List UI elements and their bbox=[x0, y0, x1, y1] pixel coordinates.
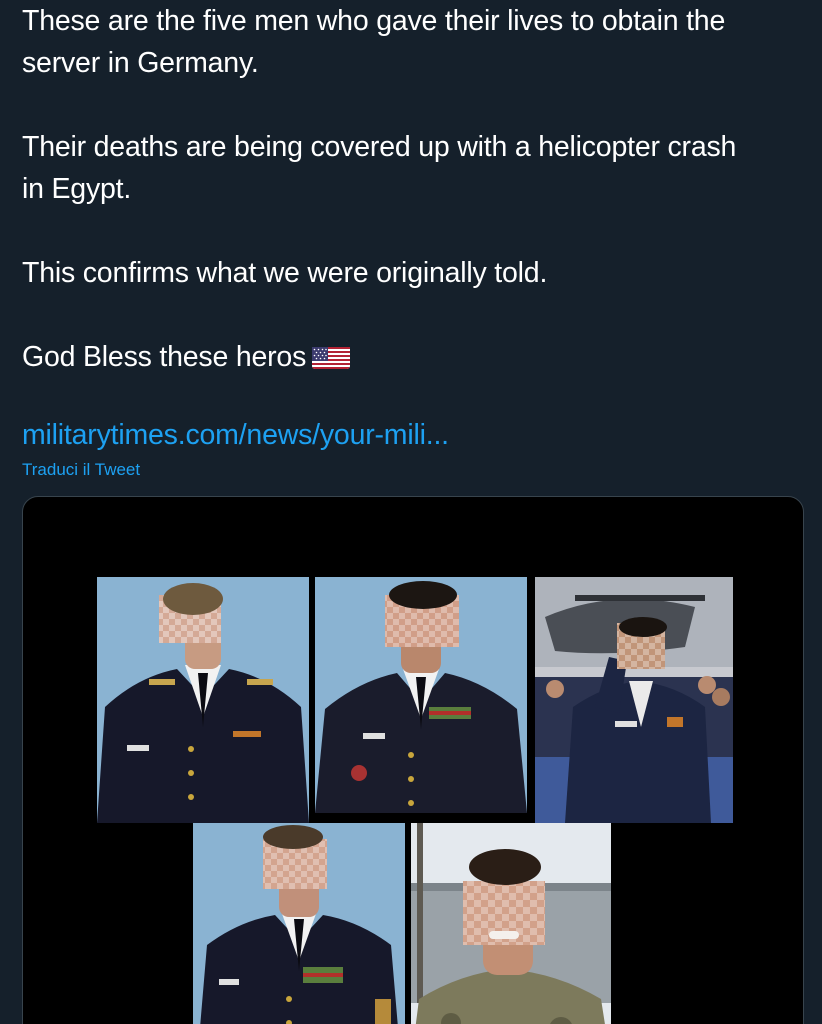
tweet-paragraph-2: Their deaths are being covered up with a… bbox=[22, 131, 737, 205]
tweet-paragraph-1: These are the five men who gave their li… bbox=[22, 5, 726, 79]
tweet-text: These are the five men who gave their li… bbox=[22, 0, 812, 378]
translate-tweet-button[interactable]: Traduci il Tweet bbox=[22, 458, 140, 482]
soldier-portrait-4 bbox=[193, 823, 405, 1024]
us-flag-icon bbox=[312, 343, 351, 369]
tweet-paragraph-4-text: God Bless these heros bbox=[22, 341, 307, 373]
soldier-saluting bbox=[535, 577, 733, 823]
article-link[interactable]: militarytimes.com/news/your-mili... bbox=[22, 414, 449, 456]
media-card[interactable] bbox=[22, 496, 804, 1024]
soldier-portrait-2 bbox=[315, 577, 527, 813]
tweet-paragraph-4: God Bless these heros bbox=[22, 336, 812, 378]
tweet-paragraph-3: This confirms what we were originally to… bbox=[22, 257, 548, 289]
soldier-smiling-camo bbox=[411, 823, 611, 1024]
soldier-portrait-1 bbox=[97, 577, 309, 823]
